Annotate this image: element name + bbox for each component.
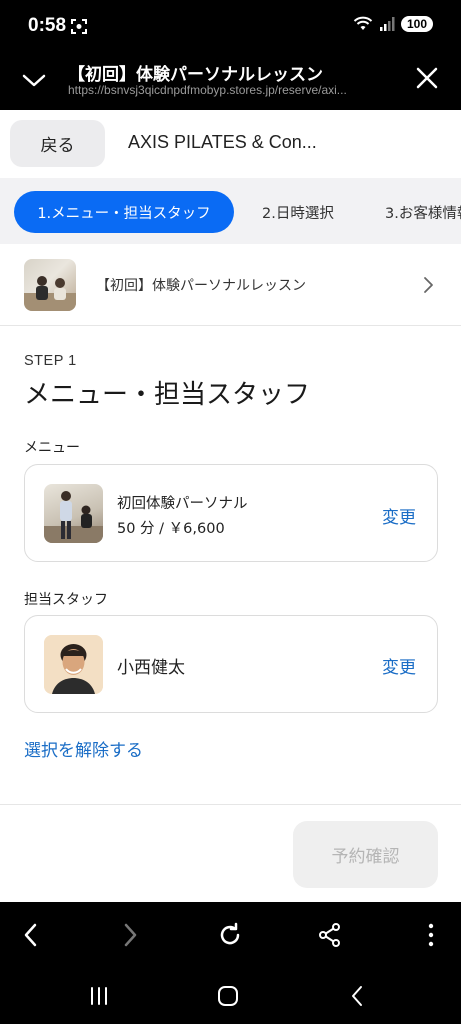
browser-header: 【初回】体験パーソナルレッスン https://bsnvsj3qicdnpdfm… xyxy=(0,52,461,110)
menu-photo xyxy=(44,484,103,543)
chevron-right-icon xyxy=(424,277,433,293)
forward-arrow-icon[interactable] xyxy=(116,921,144,949)
menu-thumbnail xyxy=(24,259,76,311)
clear-selection-link[interactable]: 選択を解除する xyxy=(24,736,143,761)
signal-icon xyxy=(379,17,395,31)
system-back-icon[interactable] xyxy=(345,983,371,1009)
step-number: STEP 1 xyxy=(24,353,77,369)
step-progress-bar: 1.メニュー・担当スタッフ 2.日時選択 3.お客様情報 xyxy=(0,178,461,244)
more-menu-icon[interactable] xyxy=(417,921,445,949)
step-tab-menu-staff[interactable]: 1.メニュー・担当スタッフ xyxy=(14,191,234,233)
browser-page-title: 【初回】体験パーソナルレッスン xyxy=(68,65,323,85)
system-nav-bar xyxy=(0,968,461,1024)
staff-name: 小西健太 xyxy=(117,658,185,678)
browser-toolbar xyxy=(0,902,461,968)
back-arrow-icon[interactable] xyxy=(17,921,45,949)
screen-capture-icon xyxy=(71,19,87,34)
reservation-confirm-button[interactable]: 予約確認 xyxy=(293,821,438,888)
step-title: メニュー・担当スタッフ xyxy=(24,380,311,410)
change-staff-button[interactable]: 変更 xyxy=(382,653,416,678)
change-menu-button[interactable]: 変更 xyxy=(382,503,416,528)
browser-url[interactable]: https://bsnvsj3qicdnpdfmobyp.stores.jp/r… xyxy=(68,83,398,97)
step-tab-customer-info[interactable]: 3.お客様情報 xyxy=(385,191,461,233)
home-icon[interactable] xyxy=(215,983,241,1009)
staff-avatar xyxy=(44,635,103,694)
recent-apps-icon[interactable] xyxy=(86,983,112,1009)
staff-section-label: 担当スタッフ xyxy=(24,592,108,608)
close-icon[interactable] xyxy=(415,66,439,90)
menu-name: 初回体験パーソナル xyxy=(117,496,248,512)
battery-indicator: 100 xyxy=(400,16,433,32)
share-icon[interactable] xyxy=(316,921,344,949)
menu-section-label: メニュー xyxy=(24,440,80,456)
step-tab-datetime[interactable]: 2.日時選択 xyxy=(262,191,334,233)
staff-card: 小西健太 変更 xyxy=(24,615,438,713)
wifi-icon xyxy=(353,16,373,30)
shop-name: AXIS PILATES & Con... xyxy=(128,132,317,152)
selected-menu-summary[interactable]: 【初回】体験パーソナルレッスン xyxy=(0,244,461,326)
status-time: 0:58 xyxy=(28,15,67,36)
menu-price: 50 分 / ￥6,600 xyxy=(117,521,225,537)
back-button[interactable]: 戻る xyxy=(10,120,105,167)
divider xyxy=(0,804,461,805)
status-bar: 0:58 100 xyxy=(0,0,461,52)
summary-menu-label: 【初回】体験パーソナルレッスン xyxy=(96,278,306,294)
page-header: 戻る AXIS PILATES & Con... xyxy=(0,110,461,178)
reload-icon[interactable] xyxy=(216,921,244,949)
chevron-down-icon[interactable] xyxy=(20,66,48,94)
menu-card: 初回体験パーソナル 50 分 / ￥6,600 変更 xyxy=(24,464,438,562)
